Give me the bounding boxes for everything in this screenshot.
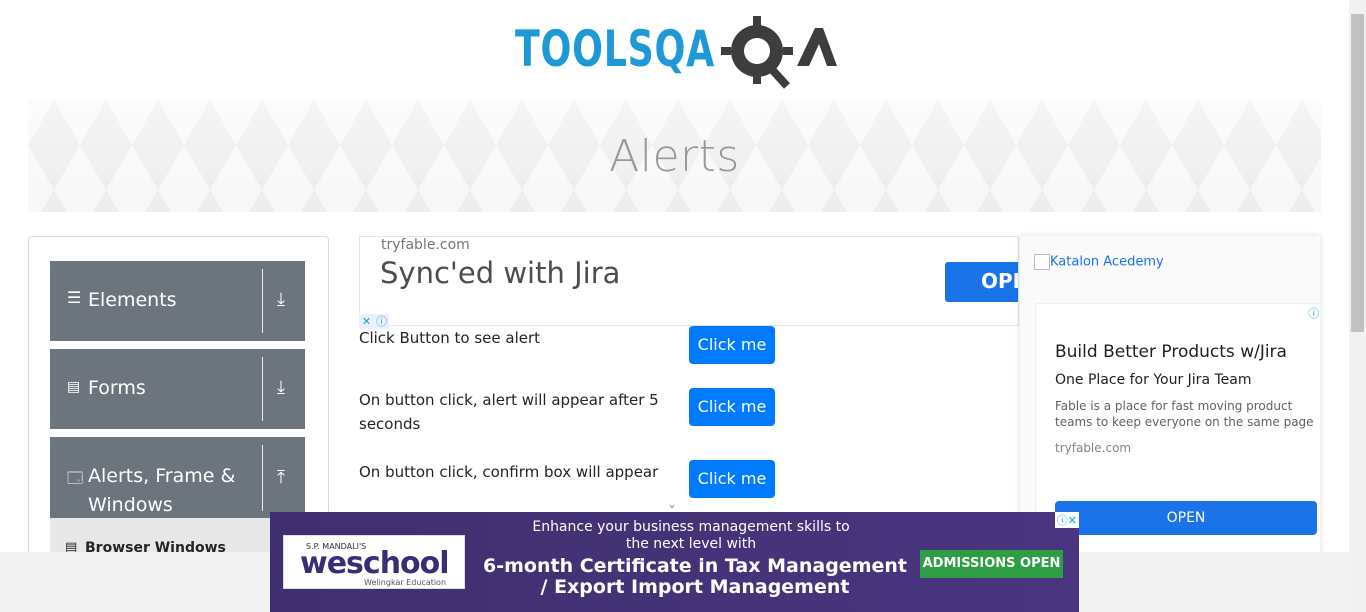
scrollbar[interactable] [1349, 0, 1366, 612]
page-banner: Alerts [28, 100, 1321, 212]
ad-banner-bottom[interactable]: S.P. MANDALI'S weschool Welingkar Educat… [270, 512, 1079, 612]
sidebar-group-label-line2: Windows [88, 494, 173, 516]
svg-text:TOOLSQA: TOOLSQA [515, 20, 715, 78]
sidebar-group-label-line1: Alerts, Frame & [88, 465, 236, 487]
chevron-down-icon[interactable]: ⌄ [667, 497, 677, 511]
document-icon: ▤ [67, 379, 81, 395]
window-icon: 🗔 [67, 469, 84, 487]
page-title: Alerts [609, 130, 740, 182]
ad-open-button[interactable]: OPEN [945, 262, 1018, 302]
timer-alert-description: On button click, alert will appear after… [359, 391, 659, 433]
sidebar-group-alerts-frame-windows[interactable]: 🗔 Alerts, Frame & Windows ⤒ [50, 437, 305, 519]
broken-image-icon [1034, 254, 1050, 270]
download-arrow-icon[interactable]: ⤓ [277, 289, 285, 310]
ad-domain: tryfable.com [1055, 441, 1132, 455]
divider [262, 445, 263, 511]
confirm-button[interactable]: Click me [689, 460, 775, 498]
sidebar-group-forms[interactable]: ▤ Forms ⤓ [50, 349, 305, 429]
menu-icon: ☰ [67, 288, 82, 307]
upload-arrow-icon[interactable]: ⤒ [277, 467, 285, 488]
brand-name: weschool [300, 546, 450, 581]
ad-line-1: Enhance your business management skills … [532, 519, 850, 552]
sidebar-group-label: Elements [88, 289, 177, 311]
alert-description: Click Button to see alert [359, 329, 541, 347]
ad-subheadline: One Place for Your Jira Team [1055, 372, 1252, 388]
brand-tagline: Welingkar Education [364, 578, 447, 587]
ad-headline[interactable]: Build Better Products w/Jira [1055, 342, 1287, 362]
weschool-logo[interactable]: S.P. MANDALI'S weschool Welingkar Educat… [283, 535, 465, 589]
ad-description: Fable is a place for fast moving product… [1055, 399, 1314, 429]
ad-info-close-icon[interactable]: ⓘ ✕ [1308, 305, 1320, 321]
admissions-open-button[interactable]: ADMISSIONS OPEN [920, 550, 1063, 578]
sidebar-group-label: Forms [88, 377, 146, 399]
ad-domain[interactable]: tryfable.com [381, 237, 470, 253]
confirm-description: On button click, confirm box will appear [359, 463, 659, 481]
ad-controls: ✕ ⓘ [359, 310, 391, 329]
gear-icon [721, 16, 793, 89]
logo-graphic: TOOLSQA [515, 16, 837, 89]
timer-alert-button[interactable]: Click me [689, 388, 775, 426]
divider [262, 357, 263, 421]
page: TOOLSQA Alerts ☰ Elements ⤓ ▤ Forms ⤓ 🗔 … [0, 0, 1366, 612]
scrollbar-thumb[interactable] [1351, 14, 1364, 332]
ad-banner-top[interactable]: tryfable.com Sync'ed with Jira OPEN [359, 236, 1019, 326]
ad-sidebar-right: Katalon Acedemy ⓘ ✕ Build Better Product… [1020, 236, 1320, 556]
ad-line-2: 6-month Certificate in Tax Management / … [483, 555, 907, 598]
ad-headline[interactable]: Sync'ed with Jira [380, 256, 620, 290]
katalon-academy-image[interactable]: Katalon Acedemy [1034, 254, 1164, 270]
download-arrow-icon[interactable]: ⤓ [277, 377, 285, 398]
toolsqa-logo[interactable]: TOOLSQA [515, 14, 840, 92]
sidebar-group-elements[interactable]: ☰ Elements ⤓ [50, 261, 305, 341]
ad-info-close-icon[interactable]: ⓘ✕ [1054, 512, 1079, 528]
divider [262, 269, 263, 333]
alert-button[interactable]: Click me [689, 326, 775, 364]
ad-open-button[interactable]: OPEN [1055, 501, 1317, 535]
image-alt-text: Katalon Acedemy [1050, 254, 1164, 270]
